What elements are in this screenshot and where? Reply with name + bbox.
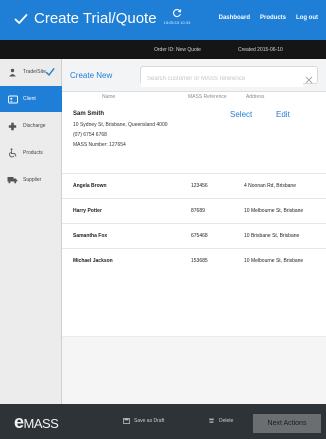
nav-logout[interactable]: Log out [296, 15, 318, 21]
save-draft-label: Save as Draft [134, 418, 165, 424]
sync-button[interactable]: 15:05:15 10:33 [162, 6, 192, 36]
row-mass-reference: 87689 [191, 208, 205, 214]
sync-time: 15:05:15 10:33 [163, 20, 191, 25]
selected-customer-card: Sam Smith 10 Sydney St, Brisbane, Queens… [62, 105, 326, 161]
footer-toolbar: eMASS Save as Draft Delete Next Actions [0, 404, 326, 439]
save-icon [123, 418, 130, 424]
top-nav: Dashboard Products Log out [219, 15, 318, 21]
sidebar-item-trade-site[interactable]: Trade/Site [0, 59, 62, 85]
row-name: Angela Brown [73, 183, 107, 189]
plus-icon [7, 121, 18, 132]
row-mass-reference: 153685 [191, 258, 208, 264]
sidebar-item-products[interactable]: Products [0, 140, 62, 166]
close-icon[interactable] [305, 71, 313, 84]
check-icon [14, 12, 28, 26]
next-actions-button[interactable]: Next Actions [253, 414, 321, 433]
app-header: Create Trial/Quote 15:05:15 10:33 Dashbo… [0, 0, 326, 40]
customer-name: Sam Smith [73, 111, 105, 117]
row-address: 10 Brisbane St, Brisbane [244, 233, 300, 239]
logo-prefix: e [14, 412, 24, 432]
row-name: Samantha Fox [73, 233, 108, 239]
emass-logo: eMASS [14, 412, 59, 433]
page-title-text: Create Trial/Quote [34, 10, 157, 27]
row-mass-reference: 675468 [191, 233, 208, 239]
row-address: 10 Melbourne St, Brisbane [244, 258, 304, 264]
logo-text: MASS [23, 416, 59, 431]
completed-check-icon [45, 67, 55, 77]
sidebar-item-label: Products [23, 150, 43, 156]
edit-customer-link[interactable]: Edit [276, 110, 290, 119]
column-header-address: Address [246, 94, 265, 100]
sidebar-item-label: Client [23, 96, 36, 102]
search-input[interactable] [141, 71, 303, 87]
row-name: Harry Potter [73, 208, 102, 214]
customer-phone: (07) 6754 6768 [73, 132, 107, 138]
order-info-bar: Order ID: New Quote Created 2015-06-10 [0, 40, 326, 59]
created-date: Created 2015-06-10 [238, 47, 283, 53]
select-customer-link[interactable]: Select [230, 110, 252, 119]
empty-area [62, 336, 326, 404]
save-draft-button[interactable]: Save as Draft [123, 418, 164, 424]
customer-mass-number: MASS Number: 127654 [73, 142, 126, 148]
row-address: 10 Melbourne St, Brisbane [244, 208, 304, 214]
sidebar: Trade/Site Client Discharge Products Sup… [0, 59, 62, 404]
delete-button[interactable]: Delete [208, 418, 233, 424]
column-header-mass-reference: MASS Reference [188, 94, 227, 100]
table-row[interactable]: Harry Potter 87689 10 Melbourne St, Bris… [62, 198, 326, 223]
trash-icon [208, 418, 215, 424]
row-name: Michael Jackson [73, 258, 113, 264]
client-panel: Create New Name MASS Reference Address S… [62, 59, 326, 404]
table-row[interactable]: Angela Brown 123456 4 Noonan Rd, Brisban… [62, 173, 326, 198]
row-mass-reference: 123456 [191, 183, 208, 189]
sidebar-item-label: Trade/Site [23, 69, 46, 75]
sidebar-item-discharge[interactable]: Discharge [0, 113, 62, 139]
column-header-name: Name [102, 94, 116, 100]
sidebar-item-client[interactable]: Client [0, 86, 62, 112]
refresh-icon [172, 9, 182, 18]
nav-dashboard[interactable]: Dashboard [219, 15, 250, 21]
person-icon [7, 67, 18, 78]
order-id: Order ID: New Quote [154, 47, 201, 53]
table-row[interactable]: Michael Jackson 153685 10 Melbourne St, … [62, 248, 326, 273]
page-title: Create Trial/Quote [14, 10, 157, 27]
sidebar-item-label: Supplier [23, 177, 42, 183]
delete-label: Delete [219, 418, 234, 424]
truck-icon [7, 175, 18, 186]
table-header: Name MASS Reference Address [62, 94, 326, 102]
wheelchair-icon [7, 148, 18, 159]
nav-products[interactable]: Products [260, 15, 286, 21]
table-row[interactable]: Samantha Fox 675468 10 Brisbane St, Bris… [62, 223, 326, 248]
customer-address: 10 Sydney St, Brisbane, Queensland 4000 [73, 122, 168, 128]
user-card-icon [7, 94, 18, 105]
search-box [140, 66, 318, 87]
search-row: Create New [62, 59, 326, 92]
create-new-link[interactable]: Create New [70, 71, 112, 80]
sidebar-item-label: Discharge [23, 123, 46, 129]
row-address: 4 Noonan Rd, Brisbane [244, 183, 296, 189]
sidebar-item-supplier[interactable]: Supplier [0, 167, 62, 193]
